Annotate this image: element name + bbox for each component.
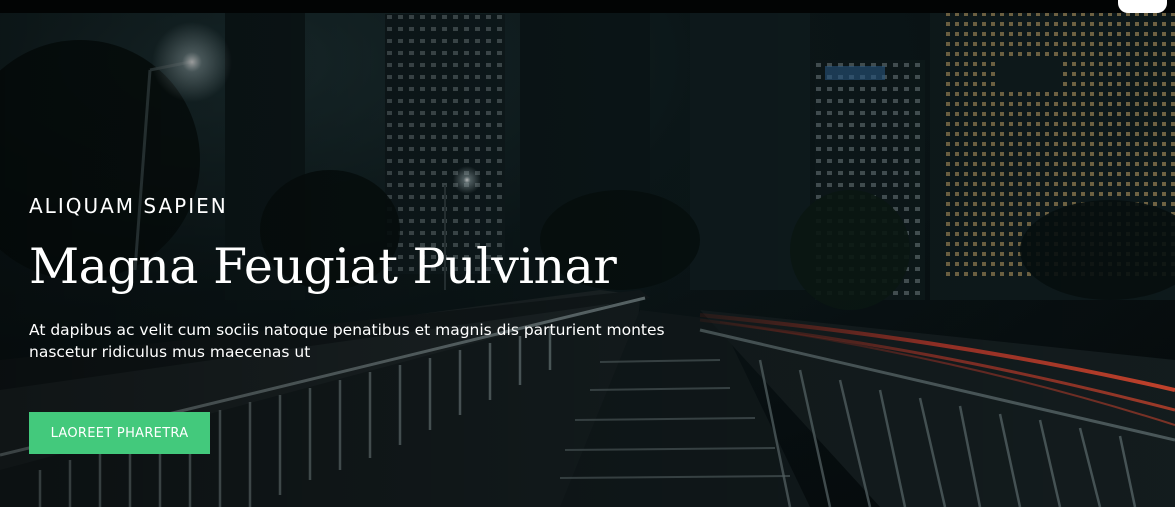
- hero-eyebrow: ALIQUAM SAPIEN: [29, 194, 228, 218]
- nav-toggle-tab[interactable]: [1118, 0, 1167, 13]
- top-nav-bar: [0, 0, 1175, 13]
- hero-description: At dapibus ac velit cum sociis natoque p…: [29, 321, 665, 361]
- hero-cta-button[interactable]: LAOREET PHARETRA: [29, 412, 210, 454]
- hero-section: ALIQUAM SAPIEN Magna Feugiat Pulvinar At…: [0, 0, 1175, 507]
- hero-title: Magna Feugiat Pulvinar: [29, 238, 617, 295]
